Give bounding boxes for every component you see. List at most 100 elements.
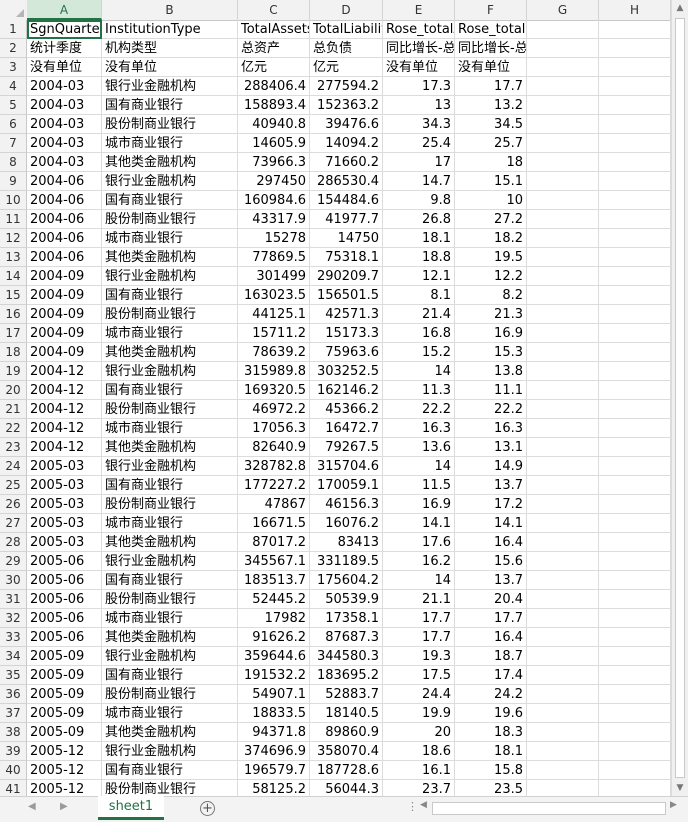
cell-g16[interactable]	[527, 305, 599, 324]
cell-g40[interactable]	[527, 761, 599, 780]
cell-b33[interactable]: 其他类金融机构	[102, 628, 238, 647]
row-header[interactable]: 39	[0, 742, 27, 761]
cell-f4[interactable]: 17.7	[455, 77, 527, 96]
cell-a8[interactable]: 2004-03	[27, 153, 102, 172]
cell-f24[interactable]: 14.9	[455, 457, 527, 476]
cell-f25[interactable]: 13.7	[455, 476, 527, 495]
cell-e29[interactable]: 16.2	[383, 552, 455, 571]
cell-b8[interactable]: 其他类金融机构	[102, 153, 238, 172]
cell-f22[interactable]: 16.3	[455, 419, 527, 438]
row-header[interactable]: 5	[0, 96, 27, 115]
cell-f34[interactable]: 18.7	[455, 647, 527, 666]
row-header[interactable]: 17	[0, 324, 27, 343]
cell-f40[interactable]: 15.8	[455, 761, 527, 780]
cell-g12[interactable]	[527, 229, 599, 248]
cell-g5[interactable]	[527, 96, 599, 115]
cell-c33[interactable]: 91626.2	[238, 628, 310, 647]
cell-a34[interactable]: 2005-09	[27, 647, 102, 666]
column-header-b[interactable]: B	[102, 0, 238, 20]
cell-h11[interactable]	[599, 210, 671, 229]
nav-next-icon[interactable]: ▶	[60, 801, 68, 812]
cell-h36[interactable]	[599, 685, 671, 704]
cell-a18[interactable]: 2004-09	[27, 343, 102, 362]
row-header[interactable]: 30	[0, 571, 27, 590]
cell-b4[interactable]: 银行业金融机构	[102, 77, 238, 96]
cell-a33[interactable]: 2005-06	[27, 628, 102, 647]
cell-g7[interactable]	[527, 134, 599, 153]
cell-b6[interactable]: 股份制商业银行	[102, 115, 238, 134]
spreadsheet-grid[interactable]: ABCDEFGH 1 2 3 4 5 6 7 8 9 10 11 12 13 14 15 16 17 18 19 20…	[0, 0, 688, 796]
cell-g23[interactable]	[527, 438, 599, 457]
cell-a14[interactable]: 2004-09	[27, 267, 102, 286]
cell-e9[interactable]: 14.7	[383, 172, 455, 191]
cell-d26[interactable]: 46156.3	[310, 495, 383, 514]
cell-a2[interactable]: 统计季度	[27, 39, 102, 58]
cell-d39[interactable]: 358070.4	[310, 742, 383, 761]
cell-h29[interactable]	[599, 552, 671, 571]
cell-h39[interactable]	[599, 742, 671, 761]
cell-h3[interactable]	[599, 58, 671, 77]
cell-c13[interactable]: 77869.5	[238, 248, 310, 267]
cell-g26[interactable]	[527, 495, 599, 514]
cell-h28[interactable]	[599, 533, 671, 552]
nav-prev-icon[interactable]: ◀	[28, 801, 36, 812]
cell-h21[interactable]	[599, 400, 671, 419]
cell-g20[interactable]	[527, 381, 599, 400]
cell-e7[interactable]: 25.4	[383, 134, 455, 153]
cell-a41[interactable]: 2005-12	[27, 780, 102, 796]
cell-d23[interactable]: 79267.5	[310, 438, 383, 457]
cell-f3[interactable]: 没有单位	[455, 58, 527, 77]
cell-e41[interactable]: 23.7	[383, 780, 455, 796]
cell-b34[interactable]: 银行业金融机构	[102, 647, 238, 666]
cell-f20[interactable]: 11.1	[455, 381, 527, 400]
cell-b2[interactable]: 机构类型	[102, 39, 238, 58]
cell-b32[interactable]: 城市商业银行	[102, 609, 238, 628]
cell-g37[interactable]	[527, 704, 599, 723]
cell-a31[interactable]: 2005-06	[27, 590, 102, 609]
cell-f21[interactable]: 22.2	[455, 400, 527, 419]
cell-b9[interactable]: 银行业金融机构	[102, 172, 238, 191]
cell-e25[interactable]: 11.5	[383, 476, 455, 495]
cell-d8[interactable]: 71660.2	[310, 153, 383, 172]
cell-d40[interactable]: 187728.6	[310, 761, 383, 780]
cell-e30[interactable]: 14	[383, 571, 455, 590]
cell-g22[interactable]	[527, 419, 599, 438]
cell-b28[interactable]: 其他类金融机构	[102, 533, 238, 552]
cell-c24[interactable]: 328782.8	[238, 457, 310, 476]
row-header[interactable]: 40	[0, 761, 27, 780]
cell-g3[interactable]	[527, 58, 599, 77]
cell-b5[interactable]: 国有商业银行	[102, 96, 238, 115]
cell-d16[interactable]: 42571.3	[310, 305, 383, 324]
row-header[interactable]: 14	[0, 267, 27, 286]
cell-f41[interactable]: 23.5	[455, 780, 527, 796]
cell-d30[interactable]: 175604.2	[310, 571, 383, 590]
cell-g17[interactable]	[527, 324, 599, 343]
cell-c12[interactable]: 15278	[238, 229, 310, 248]
cell-c15[interactable]: 163023.5	[238, 286, 310, 305]
scroll-up-icon[interactable]: ▲	[672, 0, 688, 16]
cell-a7[interactable]: 2004-03	[27, 134, 102, 153]
row-header[interactable]: 21	[0, 400, 27, 419]
cell-d41[interactable]: 56044.3	[310, 780, 383, 796]
cell-c37[interactable]: 18833.5	[238, 704, 310, 723]
vertical-scroll-thumb[interactable]	[675, 18, 685, 778]
cell-h32[interactable]	[599, 609, 671, 628]
row-header[interactable]: 13	[0, 248, 27, 267]
cell-a17[interactable]: 2004-09	[27, 324, 102, 343]
row-header[interactable]: 1	[0, 20, 27, 39]
cell-g35[interactable]	[527, 666, 599, 685]
cell-d32[interactable]: 17358.1	[310, 609, 383, 628]
cell-f5[interactable]: 13.2	[455, 96, 527, 115]
vertical-scrollbar[interactable]: ▲ ▼	[671, 0, 688, 796]
cell-g38[interactable]	[527, 723, 599, 742]
cell-d15[interactable]: 156501.5	[310, 286, 383, 305]
cell-c7[interactable]: 14605.9	[238, 134, 310, 153]
cell-c17[interactable]: 15711.2	[238, 324, 310, 343]
cell-a13[interactable]: 2004-06	[27, 248, 102, 267]
cell-c32[interactable]: 17982	[238, 609, 310, 628]
cell-e19[interactable]: 14	[383, 362, 455, 381]
cell-h30[interactable]	[599, 571, 671, 590]
cell-h10[interactable]	[599, 191, 671, 210]
cell-b7[interactable]: 城市商业银行	[102, 134, 238, 153]
cell-h38[interactable]	[599, 723, 671, 742]
